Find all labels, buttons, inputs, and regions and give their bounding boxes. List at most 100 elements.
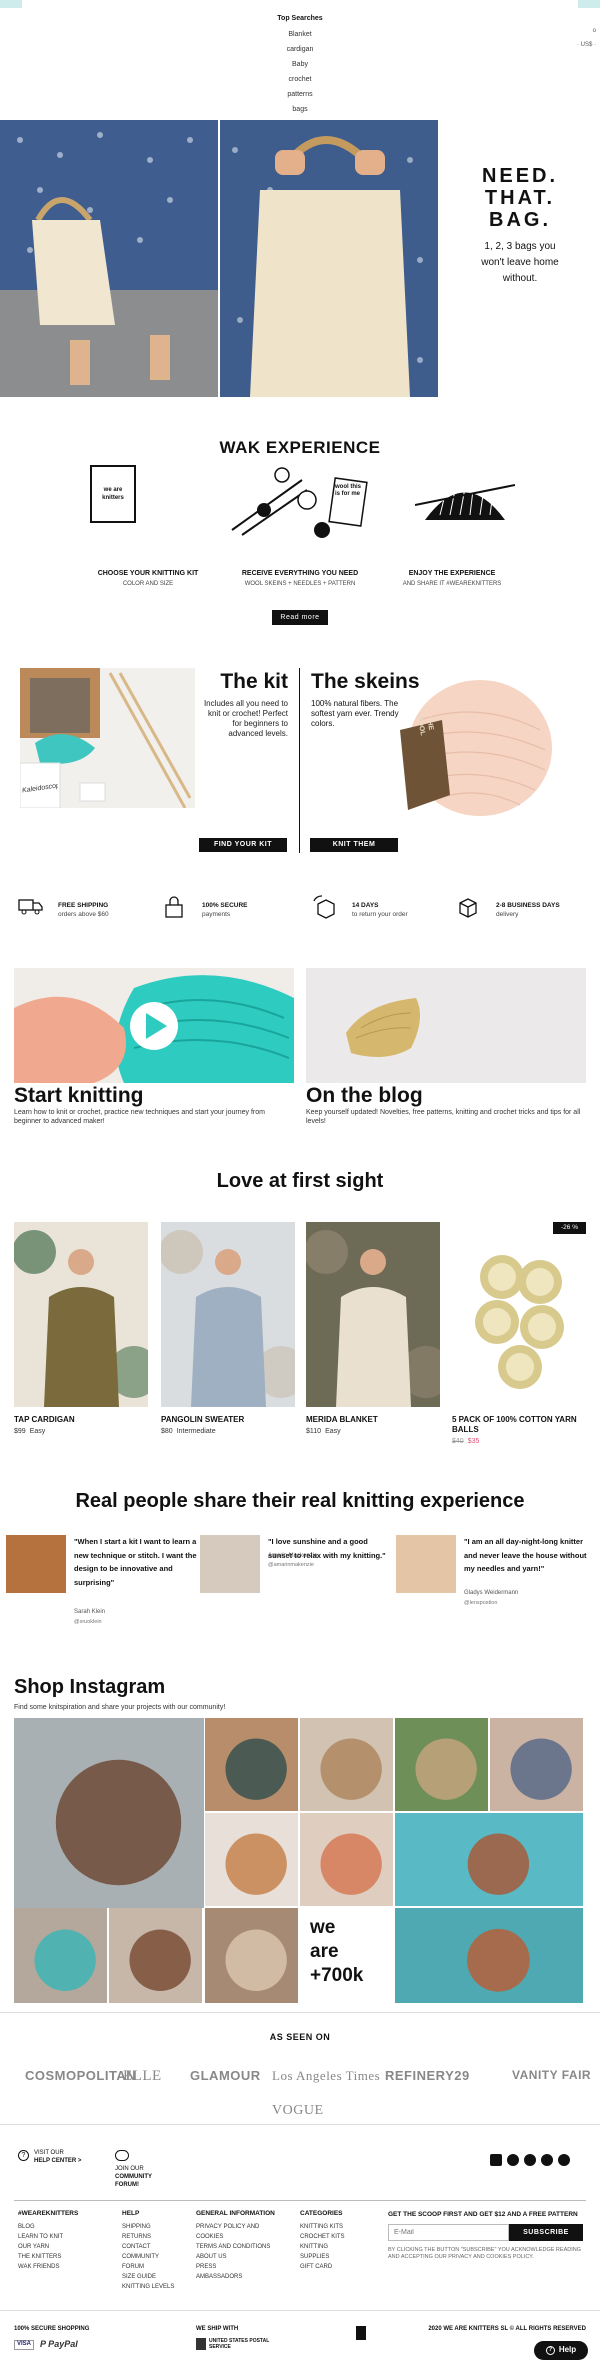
header-right-top[interactable]: o xyxy=(556,28,596,36)
community-forum-block[interactable]: JOIN OUR COMMUNITY FORUM! xyxy=(115,2150,205,2189)
visit-label: VISIT OUR xyxy=(34,2150,64,2156)
blog-title[interactable]: On the blog xyxy=(306,1082,423,1109)
benefit-item: FREE SHIPPING orders above $60 xyxy=(18,895,158,925)
instagram-photo[interactable] xyxy=(205,1813,298,1906)
instagram-photo[interactable] xyxy=(395,1908,583,2003)
instagram-promo: we are +700k xyxy=(300,1908,390,2003)
product-image[interactable] xyxy=(306,1222,440,1407)
start-knitting-title[interactable]: Start knitting xyxy=(14,1082,144,1109)
play-icon[interactable] xyxy=(130,1003,178,1051)
avatar xyxy=(6,1535,66,1593)
instagram-photo[interactable] xyxy=(205,1908,298,2003)
instagram-photo[interactable] xyxy=(109,1908,202,2003)
instagram-photo[interactable] xyxy=(300,1718,393,1811)
product-card[interactable]: -26 % 5 PACK OF 100% COTTON YARN BALLS $40… xyxy=(452,1222,586,1445)
benefit-item: 100% SECURE payments xyxy=(162,895,302,925)
return-box-icon xyxy=(312,895,338,919)
footer-link[interactable]: BLOG xyxy=(18,2222,110,2232)
hero-text: NEED. THAT. BAG. 1, 2, 3 bags you won't … xyxy=(460,165,580,287)
search-suggestion[interactable]: crochet xyxy=(200,72,400,87)
kit-box-label: we are knitters xyxy=(102,487,124,501)
product-card[interactable]: PANGOLIN SWEATER $80 Intermediate xyxy=(161,1222,295,1435)
instagram-photo[interactable] xyxy=(205,1718,298,1811)
knit-them-button[interactable]: KNIT THEM xyxy=(310,838,398,852)
testimonials-title: Real people share their real knitting ex… xyxy=(75,1490,525,1512)
product-image[interactable] xyxy=(14,1222,148,1407)
subscribe-button[interactable]: SUBSCRIBE xyxy=(509,2224,583,2241)
search-suggestion[interactable]: Baby xyxy=(200,57,400,72)
instagram-photo[interactable] xyxy=(14,1908,107,2003)
youtube-icon[interactable] xyxy=(558,2154,570,2166)
footer-link[interactable]: ABOUT US xyxy=(196,2252,288,2262)
instagram-photo[interactable] xyxy=(395,1718,488,1811)
search-suggestion[interactable]: bags xyxy=(200,102,400,117)
testimonial-name: Sarah Klein xyxy=(74,1609,106,1615)
product-name[interactable]: MERIDA BLANKET xyxy=(306,1415,440,1425)
search-suggestion[interactable]: cardigan xyxy=(200,42,400,57)
testimonial-handle[interactable]: @sruoklein xyxy=(74,1619,102,1626)
footer-link[interactable]: KNITTING xyxy=(300,2242,392,2252)
product-price: $40 xyxy=(452,1438,464,1445)
footer-link[interactable]: CROCHET KITS xyxy=(300,2232,392,2242)
facebook-icon[interactable] xyxy=(490,2154,502,2166)
product-image[interactable] xyxy=(452,1222,586,1407)
footer-link[interactable]: OUR YARN xyxy=(18,2242,110,2252)
help-center-link[interactable]: HELP CENTER > xyxy=(34,2158,108,2166)
search-suggestion[interactable]: Blanket xyxy=(200,27,400,42)
footer-link[interactable]: WAK FRIENDS xyxy=(18,2262,110,2272)
footer-link[interactable]: AMBASSADORS xyxy=(196,2272,288,2282)
search-suggestion[interactable]: patterns xyxy=(200,87,400,102)
footer-link[interactable]: KNITTING LEVELS xyxy=(122,2282,214,2292)
press-logo: REFINERY29 xyxy=(385,2068,470,2083)
product-name[interactable]: 5 PACK OF 100% COTTON YARN BALLS xyxy=(452,1415,586,1435)
footer-column-title: #WEAREKNITTERS xyxy=(18,2210,79,2217)
find-your-kit-button[interactable]: FIND YOUR KIT xyxy=(199,838,287,852)
footer-link[interactable]: KNITTING KITS xyxy=(300,2222,392,2232)
testimonial-name: Amarin Mackenzie xyxy=(268,1553,318,1559)
question-icon: ? xyxy=(18,2150,29,2161)
newsletter-title: GET THE SCOOP FIRST AND GET $12 AND A FR… xyxy=(388,2211,578,2218)
footer-link[interactable]: PRIVACY POLICY AND COOKIES xyxy=(196,2222,288,2242)
help-center-block[interactable]: ? VISIT OUR HELP CENTER > xyxy=(18,2150,108,2166)
spotify-icon[interactable] xyxy=(541,2154,553,2166)
product-image[interactable] xyxy=(161,1222,295,1407)
newsletter-note: BY CLICKING THE BUTTON "SUBSCRIBE" YOU A… xyxy=(388,2247,581,2260)
instagram-photo[interactable] xyxy=(490,1718,583,1811)
product-name[interactable]: PANGOLIN SWEATER xyxy=(161,1415,295,1425)
community-link-2[interactable]: FORUM! xyxy=(115,2182,205,2190)
instagram-photo[interactable] xyxy=(14,1718,204,1908)
footer-link[interactable]: THE KNITTERS xyxy=(18,2252,110,2262)
footer-column: CATEGORIES KNITTING KITS CROCHET KITS KNITT… xyxy=(300,2210,392,2272)
product-price-row: $110 Easy xyxy=(306,1427,440,1436)
product-card[interactable]: TAP CARDIGAN $99 Easy xyxy=(14,1222,148,1435)
pinterest-icon[interactable] xyxy=(524,2154,536,2166)
payment-logos: VISA P PayPal xyxy=(14,2339,78,2351)
truck-icon xyxy=(18,895,44,919)
press-logo: Los Angeles Times xyxy=(272,2068,381,2083)
love-title: Love at first sight xyxy=(216,1170,384,1192)
header-right: o · US$ · xyxy=(556,28,596,50)
currency-selector[interactable]: · US$ · xyxy=(556,42,596,50)
product-name[interactable]: TAP CARDIGAN xyxy=(14,1415,148,1425)
footer-link[interactable]: PRESS xyxy=(196,2262,288,2272)
footer-link[interactable]: GIFT CARD xyxy=(300,2262,392,2272)
email-field[interactable] xyxy=(388,2224,509,2241)
footer-link[interactable]: TERMS AND CONDITIONS xyxy=(196,2242,288,2252)
instagram-photo[interactable] xyxy=(395,1813,583,1906)
help-button[interactable]: ? Help xyxy=(534,2341,588,2360)
instagram-photo[interactable] xyxy=(300,1813,393,1906)
blog-photo[interactable] xyxy=(306,968,586,1083)
footer-link[interactable]: LEARN TO KNIT xyxy=(18,2232,110,2242)
product-card[interactable]: MERIDA BLANKET $110 Easy xyxy=(306,1222,440,1435)
benefit-title: 2-8 BUSINESS DAYS xyxy=(496,902,560,909)
testimonial-handle[interactable]: @amarinmakenzie xyxy=(268,1562,314,1569)
visa-logo: VISA xyxy=(14,2339,35,2350)
footer-link[interactable]: SUPPLIES xyxy=(300,2252,392,2262)
benefit-item: 2-8 BUSINESS DAYS delivery xyxy=(456,895,596,925)
avatar xyxy=(396,1535,456,1593)
product-price: $80 xyxy=(161,1428,173,1435)
testimonial-handle[interactable]: @lenspostion xyxy=(464,1600,497,1607)
read-more-button[interactable]: Read more xyxy=(272,610,328,625)
instagram-icon[interactable] xyxy=(507,2154,519,2166)
community-link-1[interactable]: COMMUNITY xyxy=(115,2174,205,2182)
